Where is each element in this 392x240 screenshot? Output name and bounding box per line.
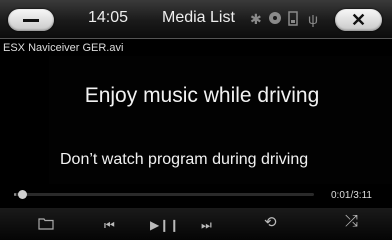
status-icons: ✱ ψ xyxy=(250,11,330,29)
time-display: 0:01/3:11 xyxy=(331,190,372,201)
clock-time: 14:05 xyxy=(88,9,129,26)
progress-fill xyxy=(14,193,16,196)
shuffle-icon[interactable]: ⤮ xyxy=(345,214,358,230)
top-status-bar: 14:05 Media List ✱ ψ ✕ xyxy=(0,0,392,39)
usb-icon: ψ xyxy=(308,11,318,27)
minimize-button[interactable] xyxy=(8,9,54,31)
driving-warning-primary: Enjoy music while driving xyxy=(84,84,320,107)
sd-card-icon xyxy=(288,11,298,29)
disc-icon xyxy=(268,11,282,28)
page-title: Media List xyxy=(162,9,235,26)
close-icon: ✕ xyxy=(350,10,367,30)
bluetooth-icon: ✱ xyxy=(250,11,262,27)
close-button[interactable]: ✕ xyxy=(335,9,382,31)
playback-controls: ⏮ ▶❙❙ ⏭ ⟲ ⤮ xyxy=(0,208,392,240)
next-icon[interactable]: ⏭ xyxy=(201,218,212,232)
minus-icon xyxy=(23,19,39,22)
repeat-icon[interactable]: ⟲ xyxy=(264,215,277,230)
progress-bar[interactable] xyxy=(14,190,314,199)
driving-warning-secondary: Don’t watch program during driving xyxy=(60,151,309,168)
play-pause-icon[interactable]: ▶❙❙ xyxy=(150,218,179,232)
previous-icon[interactable]: ⏮ xyxy=(104,218,115,232)
file-name: ESX Naviceiver GER.avi xyxy=(3,42,124,54)
progress-handle[interactable] xyxy=(17,190,27,199)
folder-icon[interactable] xyxy=(38,217,54,233)
